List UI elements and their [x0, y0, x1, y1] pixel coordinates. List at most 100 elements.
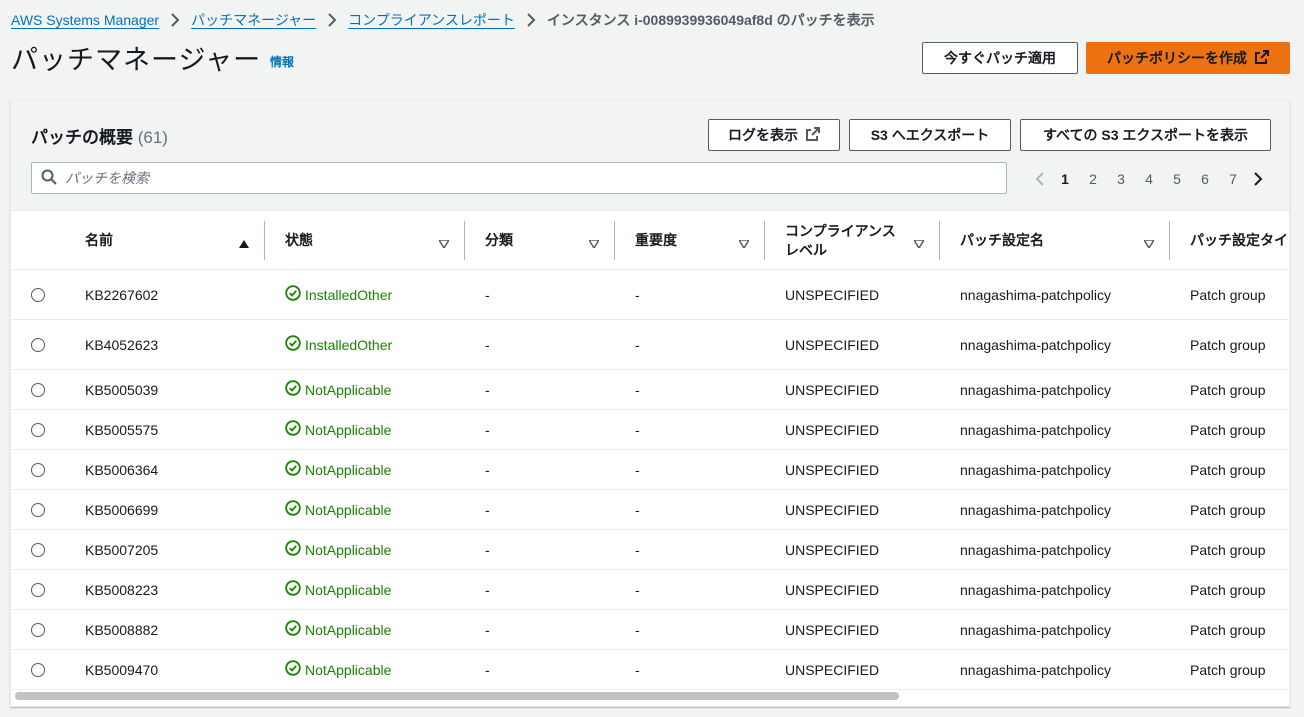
apply-patch-now-button[interactable]: 今すぐパッチ適用: [922, 42, 1078, 74]
create-patch-policy-button[interactable]: パッチポリシーを作成: [1086, 42, 1290, 74]
table-row[interactable]: KB5006699 NotApplicable - - UNSPECIFIED …: [11, 490, 1289, 530]
patch-state: NotApplicable: [305, 381, 392, 398]
table-row[interactable]: KB5008223 NotApplicable - - UNSPECIFIED …: [11, 570, 1289, 610]
patch-name: KB5006364: [85, 461, 159, 478]
page-prev-button[interactable]: [1029, 168, 1051, 190]
patch-state: NotApplicable: [305, 581, 392, 598]
breadcrumb-patch-manager[interactable]: パッチマネージャー: [191, 10, 316, 30]
info-link[interactable]: 情報: [270, 53, 294, 70]
row-radio-button[interactable]: [31, 287, 45, 302]
row-select-cell: [31, 270, 45, 319]
table-row[interactable]: KB5006364 NotApplicable - - UNSPECIFIED …: [11, 450, 1289, 490]
panel-title-text: パッチの概要: [31, 128, 133, 147]
patch-config-type: Patch group: [1190, 286, 1266, 303]
patch-state: InstalledOther: [305, 286, 393, 303]
patch-classification: -: [485, 501, 490, 518]
column-divider: [1169, 221, 1170, 260]
status-indicator: NotApplicable: [285, 540, 391, 559]
patch-config-type: Patch group: [1190, 336, 1266, 353]
page-2[interactable]: 2: [1079, 171, 1107, 187]
patch-state-cell: NotApplicable: [285, 570, 391, 609]
column-divider: [614, 221, 615, 260]
horizontal-scrollbar[interactable]: [15, 691, 1287, 701]
table-row[interactable]: KB5008882 NotApplicable - - UNSPECIFIED …: [11, 610, 1289, 650]
patch-state-cell: InstalledOther: [285, 320, 392, 369]
export-to-s3-button[interactable]: S3 へエクスポート: [849, 119, 1011, 151]
table-row[interactable]: KB4052623 InstalledOther - - UNSPECIFIED…: [11, 320, 1289, 370]
patch-state-cell: InstalledOther: [285, 270, 392, 319]
check-circle-icon: [285, 660, 301, 679]
patch-classification: -: [485, 461, 490, 478]
breadcrumb-systems-manager[interactable]: AWS Systems Manager: [11, 12, 159, 28]
row-radio-button[interactable]: [31, 337, 45, 352]
patch-compliance-level: UNSPECIFIED: [785, 661, 880, 678]
table-row[interactable]: KB5007205 NotApplicable - - UNSPECIFIED …: [11, 530, 1289, 570]
patch-compliance-level: UNSPECIFIED: [785, 421, 880, 438]
row-radio-button[interactable]: [31, 582, 45, 597]
scrollbar-thumb[interactable]: [15, 692, 899, 700]
patch-classification: -: [485, 661, 490, 678]
page-5[interactable]: 5: [1163, 171, 1191, 187]
row-select-cell: [31, 490, 45, 529]
page-1[interactable]: 1: [1051, 171, 1079, 187]
page-next-button[interactable]: [1247, 168, 1269, 190]
view-all-s3-exports-button[interactable]: すべての S3 エクスポートを表示: [1020, 119, 1271, 151]
patch-state-cell: NotApplicable: [285, 650, 391, 689]
sort-descending-icon: [587, 235, 601, 251]
table-row[interactable]: KB2267602 InstalledOther - - UNSPECIFIED…: [11, 270, 1289, 320]
column-header-name[interactable]: 名前: [85, 211, 259, 270]
patch-count: (61): [137, 128, 168, 147]
page-3[interactable]: 3: [1107, 171, 1135, 187]
column-header-state[interactable]: 状態: [285, 211, 455, 270]
sort-descending-icon: [912, 235, 926, 251]
external-link-icon: [806, 126, 820, 144]
row-radio-button[interactable]: [31, 662, 45, 677]
column-header-config-type[interactable]: パッチ設定タイプ: [1190, 211, 1289, 270]
row-radio-button[interactable]: [31, 622, 45, 637]
breadcrumb-compliance-report[interactable]: コンプライアンスレポート: [348, 10, 515, 30]
patch-name: KB5005039: [85, 381, 159, 398]
table-row[interactable]: KB5005039 NotApplicable - - UNSPECIFIED …: [11, 370, 1289, 410]
row-radio-button[interactable]: [31, 462, 45, 477]
patch-config-name: nnagashima-patchpolicy: [960, 336, 1111, 353]
patch-config-name: nnagashima-patchpolicy: [960, 501, 1111, 518]
patch-classification: -: [485, 581, 490, 598]
patch-severity: -: [635, 381, 640, 398]
patch-severity: -: [635, 286, 640, 303]
view-logs-button[interactable]: ログを表示: [708, 119, 840, 151]
patch-state: NotApplicable: [305, 461, 392, 478]
patch-compliance-level: UNSPECIFIED: [785, 286, 880, 303]
page-6[interactable]: 6: [1191, 171, 1219, 187]
check-circle-icon: [285, 335, 301, 354]
patch-state-cell: NotApplicable: [285, 490, 391, 529]
chevron-right-icon: [515, 10, 547, 30]
row-radio-button[interactable]: [31, 542, 45, 557]
patch-name: KB5009470: [85, 661, 159, 678]
patch-state-cell: NotApplicable: [285, 410, 391, 449]
row-radio-button[interactable]: [31, 382, 45, 397]
row-select-cell: [31, 370, 45, 409]
row-radio-button[interactable]: [31, 422, 45, 437]
patch-config-name: nnagashima-patchpolicy: [960, 541, 1111, 558]
column-header-severity[interactable]: 重要度: [635, 211, 755, 270]
row-radio-button[interactable]: [31, 502, 45, 517]
patch-severity: -: [635, 661, 640, 678]
table-row[interactable]: KB5009470 NotApplicable - - UNSPECIFIED …: [11, 650, 1289, 690]
column-header-classification[interactable]: 分類: [485, 211, 605, 270]
patch-severity: -: [635, 501, 640, 518]
page-4[interactable]: 4: [1135, 171, 1163, 187]
patch-config-name: nnagashima-patchpolicy: [960, 661, 1111, 678]
table-row[interactable]: KB5005575 NotApplicable - - UNSPECIFIED …: [11, 410, 1289, 450]
status-indicator: NotApplicable: [285, 660, 391, 679]
patch-config-type: Patch group: [1190, 381, 1266, 398]
patch-classification: -: [485, 336, 490, 353]
patch-state: NotApplicable: [305, 621, 392, 638]
column-header-config-name[interactable]: パッチ設定名: [960, 211, 1160, 270]
search-icon: [32, 169, 57, 188]
patch-config-name: nnagashima-patchpolicy: [960, 286, 1111, 303]
patch-classification: -: [485, 621, 490, 638]
row-select-cell: [31, 530, 45, 569]
search-input[interactable]: [65, 164, 985, 192]
column-header-compliance-level[interactable]: コンプライアンス レベル: [785, 211, 930, 270]
page-7[interactable]: 7: [1219, 171, 1247, 187]
